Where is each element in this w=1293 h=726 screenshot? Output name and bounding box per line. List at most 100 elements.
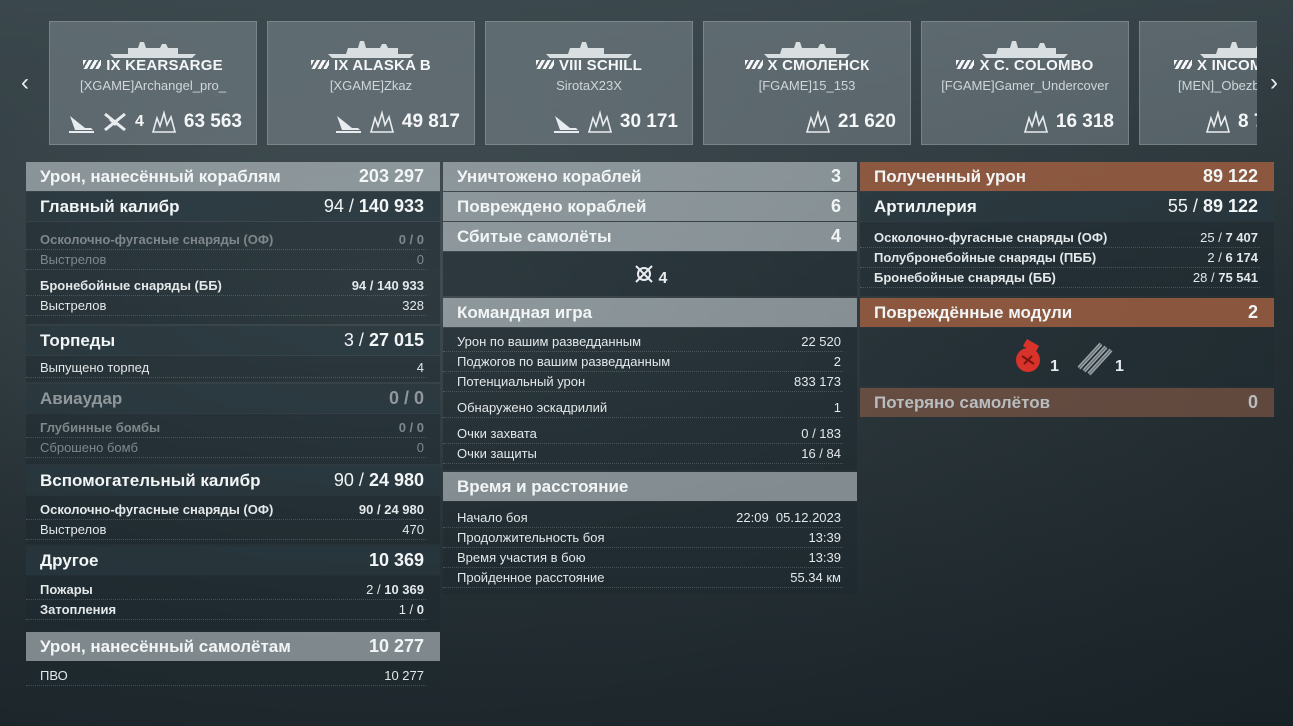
main-ap-row: Бронебойные снаряды (ББ) 94 / 140 933 (26, 276, 426, 296)
player-name: [XGAME]Zkaz (329, 78, 413, 93)
torpedo-hit-icon (335, 116, 361, 133)
ship-name: ALASKA B (352, 57, 431, 74)
ship-name: KEARSARGE (125, 57, 223, 74)
planes-lost-header: Потеряно самолётов 0 (860, 388, 1274, 417)
ship-class-icon (83, 60, 102, 69)
ships-damaged-header: Повреждено кораблей 6 (443, 192, 857, 221)
ship-silhouette-icon (982, 41, 1068, 58)
other-header: Другое 10 369 (26, 546, 440, 575)
damage-icon (805, 110, 830, 133)
damage-value: 63 563 (183, 111, 242, 132)
torpedo-tube-module-icon (1077, 342, 1113, 376)
ship-name: СМОЛЕНСК (782, 57, 870, 74)
spotting-damage-row: Урон по вашим разведданным 22 520 (443, 332, 843, 352)
damage-value: 30 171 (619, 111, 678, 132)
ship-silhouette-icon (1200, 42, 1257, 58)
squadrons-spotted-row: Обнаружено эскадрилий 1 (443, 398, 843, 418)
planes-shot-count: 4 (134, 113, 144, 130)
engine-module-icon (1016, 339, 1041, 372)
damage-value: 16 318 (1055, 111, 1114, 132)
ship-cards-strip: IX KEARSARGE [XGAME]Archangel_pro_ 4 63 … (49, 21, 1257, 146)
ship-class-icon (535, 60, 554, 69)
ship-class-icon (744, 60, 763, 69)
damage-icon (587, 110, 612, 133)
ship-tier: X (1197, 57, 1208, 74)
ship-silhouette-icon (764, 42, 850, 58)
engine-damage-count: 1 (1050, 358, 1059, 375)
ship-card[interactable]: IX KEARSARGE [XGAME]Archangel_pro_ 4 63 … (49, 21, 257, 145)
spotting-fires-row: Поджогов по вашим разведданным 2 (443, 352, 843, 372)
received-sap-row: Полубронебойные снаряды (ПББ) 2 / 6 174 (860, 248, 1260, 268)
damage-value: 8 7 (1238, 111, 1257, 132)
ship-silhouette-icon (110, 42, 196, 58)
results-panel: Уничтожено кораблей 3 Повреждено кораблей… (443, 162, 857, 596)
depth-charges-row: Глубинные бомбы 0 / 0 (26, 418, 426, 438)
plane-kill-icon (104, 112, 126, 132)
damage-received-header: Полученный урон 89 122 (860, 162, 1274, 191)
damage-value: 21 620 (837, 111, 896, 132)
bombs-dropped-row: Сброшено бомб 0 (26, 438, 426, 458)
ship-card[interactable]: X СМОЛЕНСК [FGAME]15_153 21 620 (703, 21, 911, 145)
teamplay-header: Командная игра (443, 298, 857, 327)
ship-silhouette-icon (328, 41, 414, 58)
secondary-he-row: Осколочно-фугасные снаряды (ОФ) 90 / 24 9… (26, 500, 426, 520)
torpedo-hit-icon (553, 116, 579, 133)
player-name: [FGAME]15_153 (758, 78, 856, 93)
defense-points-row: Очки защиты 16 / 84 (443, 444, 843, 464)
scroll-left-arrow-icon[interactable]: ‹ (14, 70, 36, 96)
damage-icon (1023, 110, 1048, 133)
ship-card[interactable]: VIII SCHILL SirotaX23X 30 171 (485, 21, 693, 145)
torpedo-hit-icon (68, 116, 94, 133)
aa-row: ПВО 10 277 (26, 666, 426, 686)
battle-start-row: Начало боя 22:09 05.12.2023 (443, 508, 843, 528)
secondary-shots-row: Выстрелов 470 (26, 520, 426, 540)
ship-tier: VIII (558, 57, 583, 74)
ship-class-icon (1174, 60, 1192, 69)
participation-time-row: Время участия в бою 13:39 (443, 548, 843, 568)
torpedo-tube-damage-count: 1 (1115, 358, 1124, 375)
ship-tier: X (767, 57, 778, 74)
battle-duration-row: Продолжительность боя 13:39 (443, 528, 843, 548)
ship-name: INCOM (1211, 57, 1257, 74)
damage-icon (1205, 110, 1231, 133)
ship-tier: IX (334, 57, 349, 74)
artillery-header: Артиллерия 55 / 89 122 (860, 192, 1274, 221)
player-name: [FGAME]Gamer_Undercover (941, 78, 1109, 93)
ship-damage-header: Урон, нанесённый кораблям 203 297 (26, 162, 440, 191)
player-name: SirotaX23X (556, 78, 622, 93)
damage-icon (151, 110, 176, 133)
damaged-modules-header: Повреждённые модули 2 (860, 298, 1274, 327)
ship-name: SCHILL (586, 57, 643, 74)
received-ap-row: Бронебойные снаряды (ББ) 28 / 75 541 (860, 268, 1260, 288)
ship-silhouette-icon (546, 42, 632, 58)
ship-tier: X (979, 57, 990, 74)
capture-points-row: Очки захвата 0 / 183 (443, 424, 843, 444)
main-he-row: Осколочно-фугасные снаряды (ОФ) 0 / 0 (26, 230, 426, 250)
ship-class-icon (311, 60, 330, 69)
ship-card[interactable]: X INCOM [MEN]_Obezb 8 7 (1139, 21, 1257, 145)
torpedoes-header: Торпеды 3 / 27 015 (26, 326, 440, 355)
planes-shot-header: Сбитые самолёты 4 (443, 222, 857, 251)
ship-card[interactable]: X C. COLOMBO [FGAME]Gamer_Undercover 16 … (921, 21, 1129, 145)
planes-shot-icons: 4 (443, 252, 857, 296)
damage-value: 49 817 (401, 111, 460, 132)
player-name: [MEN]_Obezb (1178, 78, 1257, 93)
main-ap-shots-row: Выстрелов 328 (26, 296, 426, 316)
potential-damage-row: Потенциальный урон 833 173 (443, 372, 843, 392)
main-he-shots-row: Выстрелов 0 (26, 250, 426, 270)
damage-dealt-panel: Урон, нанесённый кораблям 203 297 Главны… (26, 162, 440, 688)
plane-damage-header: Урон, нанесённый самолётам 10 277 (26, 632, 440, 661)
air-strike-header: Авиаудар 0 / 0 (26, 384, 440, 413)
ship-name: C. COLOMBO (994, 57, 1094, 74)
ships-destroyed-header: Уничтожено кораблей 3 (443, 162, 857, 191)
damaged-modules-list: 1 1 (860, 328, 1274, 386)
fires-row: Пожары 2 / 10 369 (26, 580, 426, 600)
time-distance-header: Время и расстояние (443, 472, 857, 501)
scroll-right-arrow-icon[interactable]: › (1263, 70, 1285, 96)
ship-tier: IX (106, 57, 121, 74)
main-battery-header: Главный калибр 94 / 140 933 (26, 192, 440, 221)
received-he-row: Осколочно-фугасные снаряды (ОФ) 25 / 7 40… (860, 228, 1260, 248)
secondary-battery-header: Вспомогательный калибр 90 / 24 980 (26, 466, 440, 495)
ship-card[interactable]: IX ALASKA B [XGAME]Zkaz 49 817 (267, 21, 475, 145)
torpedoes-fired-row: Выпущено торпед 4 (26, 358, 426, 378)
